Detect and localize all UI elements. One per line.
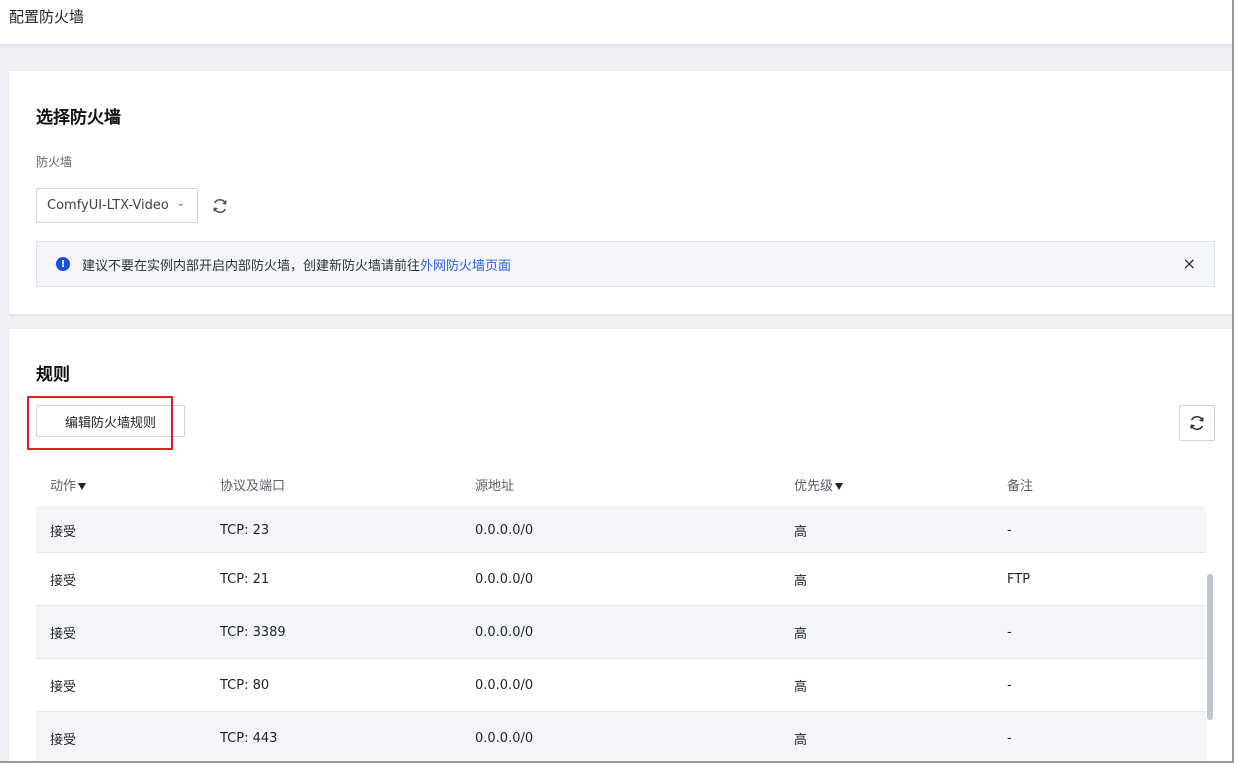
col-action: 动作 <box>36 475 206 494</box>
select-firewall-title: 选择防火墙 <box>36 108 121 128</box>
table-row: 接受 TCP: 23 0.0.0.0/0 高 - <box>36 508 1206 553</box>
filter-icon[interactable] <box>835 483 844 490</box>
firewall-field-label: 防火墙 <box>36 155 73 169</box>
col-priority: 优先级 <box>780 475 993 494</box>
firewall-select-value: ComfyUI-LTX-Video <box>47 198 169 213</box>
table-row: 接受 TCP: 80 0.0.0.0/0 高 - <box>36 659 1206 712</box>
refresh-icon <box>1190 416 1204 430</box>
close-icon[interactable]: × <box>1183 254 1196 273</box>
table-scrollbar[interactable] <box>1207 574 1213 720</box>
table-row: 接受 TCP: 3389 0.0.0.0/0 高 - <box>36 606 1206 659</box>
refresh-icon[interactable] <box>210 196 230 216</box>
col-protocol-port: 协议及端口 <box>220 479 286 494</box>
filter-icon[interactable] <box>78 483 87 490</box>
page-title: 配置防火墙 <box>9 8 85 26</box>
table-header: 动作 协议及端口 源地址 优先级 备注 <box>36 462 1206 508</box>
top-header: 配置防火墙 <box>0 0 1232 44</box>
table-row: 接受 TCP: 443 0.0.0.0/0 高 - <box>36 712 1206 763</box>
external-firewall-link[interactable]: 外网防火墙页面 <box>420 255 511 274</box>
col-source: 源地址 <box>475 479 515 494</box>
edit-firewall-rules-button[interactable]: 编辑防火墙规则 <box>36 405 185 437</box>
info-icon: ! <box>56 257 70 271</box>
refresh-rules-button[interactable] <box>1179 405 1215 441</box>
rules-title: 规则 <box>36 365 70 385</box>
chevron-down-icon: ⌄ <box>176 198 185 209</box>
select-firewall-card: 选择防火墙 防火墙 ComfyUI-LTX-Video ⌄ ! 建议不要在实例内… <box>9 71 1232 314</box>
rules-card: 规则 编辑防火墙规则 动作 协议及端口 源地址 优先级 备注 接受 TCP: 2… <box>9 329 1232 763</box>
notice-text: 建议不要在实例内部开启内部防火墙，创建新防火墙请前往 <box>82 258 421 274</box>
rules-table: 动作 协议及端口 源地址 优先级 备注 接受 TCP: 23 0.0.0.0/0… <box>36 462 1206 763</box>
col-remark: 备注 <box>1007 479 1034 494</box>
info-notice: ! 建议不要在实例内部开启内部防火墙，创建新防火墙请前往 外网防火墙页面 × <box>36 241 1215 287</box>
table-row: 接受 TCP: 21 0.0.0.0/0 高 FTP <box>36 553 1206 606</box>
firewall-select[interactable]: ComfyUI-LTX-Video ⌄ <box>36 188 198 223</box>
